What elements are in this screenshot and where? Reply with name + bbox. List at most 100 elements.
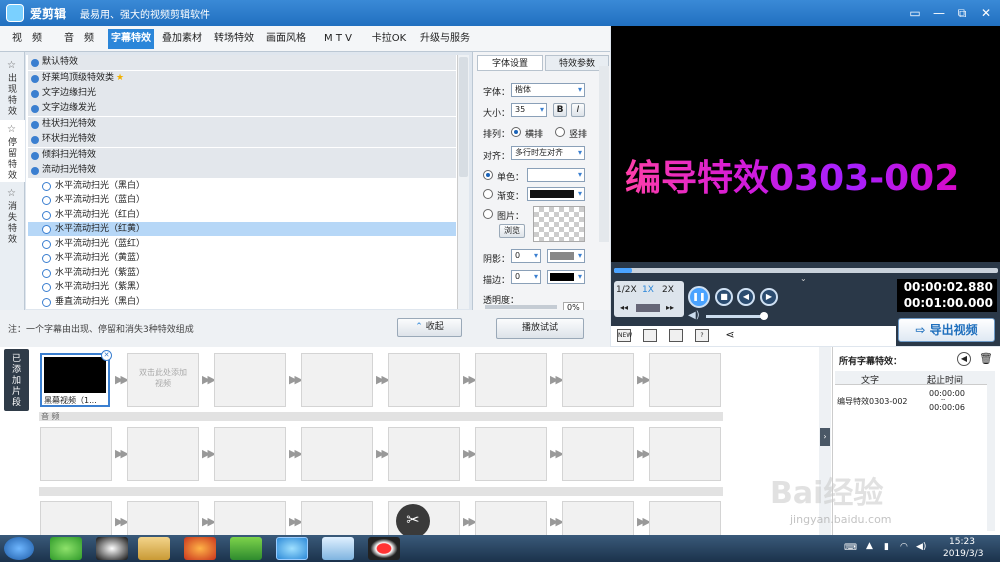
start-button-icon[interactable] bbox=[4, 537, 34, 560]
audio-slot[interactable] bbox=[562, 427, 634, 481]
tab-stay-effect[interactable]: ☆ 停留特效 bbox=[0, 120, 25, 182]
aijianji-taskbar-icon[interactable] bbox=[276, 537, 308, 560]
empty-slot[interactable] bbox=[562, 353, 634, 407]
audio-slot[interactable] bbox=[649, 427, 721, 481]
audio-slot[interactable] bbox=[40, 427, 112, 481]
firefox-icon[interactable] bbox=[184, 537, 216, 560]
empty-slot[interactable] bbox=[301, 353, 373, 407]
audio-slot[interactable] bbox=[475, 427, 547, 481]
save-icon[interactable] bbox=[669, 329, 683, 342]
export-video-button[interactable]: ⇨ 导出视频 bbox=[898, 318, 995, 342]
empty-slot[interactable] bbox=[475, 353, 547, 407]
tab-font-settings[interactable]: 字体设置 bbox=[477, 55, 543, 71]
horizontal-radio[interactable] bbox=[511, 127, 521, 137]
battery-icon[interactable]: ▮ bbox=[884, 542, 889, 552]
playback-progress[interactable] bbox=[614, 268, 998, 273]
tray-expand-icon[interactable]: ▲ bbox=[866, 541, 873, 551]
collapse-button[interactable]: ⌃ 收起 bbox=[397, 318, 462, 337]
trash-icon[interactable]: 🗑 bbox=[979, 352, 993, 365]
opacity-slider[interactable] bbox=[485, 305, 557, 309]
chevron-down-icon[interactable]: ⌄ bbox=[800, 274, 807, 283]
play-test-button[interactable]: 播放试试 bbox=[496, 318, 584, 339]
list-item-selected[interactable]: 水平流动扫光（红黄） bbox=[28, 222, 456, 236]
list-item[interactable]: 水平流动扫光（紫黑） bbox=[28, 280, 456, 294]
tab-audio[interactable]: 音 频 bbox=[56, 29, 102, 49]
tab-transition[interactable]: 转场特效 bbox=[210, 29, 258, 49]
scroll-thumb[interactable] bbox=[459, 57, 468, 177]
list-item[interactable]: 垂直流动扫光（黑白） bbox=[28, 295, 456, 309]
audio-slot[interactable] bbox=[127, 427, 199, 481]
gradient-color-picker[interactable] bbox=[527, 187, 585, 201]
empty-slot[interactable] bbox=[214, 501, 286, 535]
qq-icon[interactable] bbox=[96, 537, 128, 560]
tab-video[interactable]: 视 频 bbox=[6, 29, 48, 49]
solid-color-picker[interactable] bbox=[527, 168, 585, 182]
category-bar-sweep[interactable]: 柱状扫光特效 bbox=[28, 117, 456, 132]
list-item[interactable]: 水平流动扫光（黄蓝） bbox=[28, 251, 456, 265]
category-hollywood[interactable]: 好莱坞顶级特效类 ★ bbox=[28, 71, 456, 86]
list-item[interactable]: 水平流动扫光（红白） bbox=[28, 208, 456, 222]
list-scrollbar[interactable] bbox=[457, 55, 469, 309]
category-default[interactable]: 默认特效 bbox=[28, 55, 456, 70]
tab-appear-effect[interactable]: ☆ 出现特效 bbox=[0, 56, 25, 118]
subtitle-row[interactable]: 编导特效0303-002 00:00:00 -- 00:00:06 bbox=[835, 387, 995, 417]
fast-forward-icon[interactable]: ▸▸ bbox=[666, 303, 674, 312]
browser-360-icon[interactable] bbox=[50, 537, 82, 560]
shadow-select[interactable]: 0 bbox=[511, 249, 541, 263]
audio-slot[interactable] bbox=[388, 427, 460, 481]
share-icon[interactable]: ⋖ bbox=[723, 329, 737, 342]
open-folder-icon[interactable] bbox=[643, 329, 657, 342]
new-project-icon[interactable]: NEW bbox=[617, 329, 632, 342]
category-ring-sweep[interactable]: 环状扫光特效 bbox=[28, 132, 456, 147]
added-clips-tab[interactable]: 已添加片段 bbox=[4, 349, 29, 411]
minimize-button[interactable]: — bbox=[928, 3, 950, 23]
empty-slot[interactable] bbox=[301, 501, 373, 535]
gradient-radio[interactable] bbox=[483, 189, 493, 199]
browse-button[interactable]: 浏览 bbox=[499, 224, 525, 238]
vertical-radio[interactable] bbox=[555, 127, 565, 137]
size-select[interactable]: 35 bbox=[511, 103, 547, 117]
keyboard-icon[interactable]: ⌨ bbox=[844, 543, 857, 553]
back-icon[interactable]: ◀ bbox=[957, 352, 971, 366]
stroke-select[interactable]: 0 bbox=[511, 270, 541, 284]
solid-color-radio[interactable] bbox=[483, 170, 493, 180]
empty-slot[interactable] bbox=[649, 353, 721, 407]
pause-button[interactable]: ❚❚ bbox=[688, 286, 710, 308]
notes-icon[interactable] bbox=[322, 537, 354, 560]
speed-1x[interactable]: 1X bbox=[642, 285, 654, 295]
clock-time[interactable]: 15:23 bbox=[949, 537, 975, 547]
rewind-icon[interactable]: ◂◂ bbox=[620, 303, 628, 312]
wifi-icon[interactable]: ◠ bbox=[900, 542, 908, 552]
tab-overlay[interactable]: 叠加素材 bbox=[158, 29, 206, 49]
volume-icon[interactable]: ◀) bbox=[688, 310, 700, 321]
empty-slot[interactable] bbox=[127, 501, 199, 535]
restore-button[interactable]: ⧉ bbox=[951, 3, 973, 23]
speaker-icon[interactable]: ◀) bbox=[916, 542, 926, 552]
speed-2x[interactable]: 2X bbox=[662, 285, 674, 295]
volume-knob[interactable] bbox=[760, 312, 768, 320]
speed-slider[interactable] bbox=[636, 304, 660, 312]
empty-slot[interactable] bbox=[649, 501, 721, 535]
scissors-icon[interactable]: ✂ bbox=[396, 504, 430, 535]
clip-thumbnail[interactable]: 黑幕视频（1... bbox=[40, 353, 110, 407]
tab-subtitle-effects[interactable]: 字幕特效 bbox=[108, 29, 154, 49]
next-frame-button[interactable]: ▶ bbox=[760, 288, 778, 306]
clock-date[interactable]: 2019/3/3 bbox=[943, 549, 983, 559]
add-video-slot[interactable]: 双击此处添加视频 bbox=[127, 353, 199, 407]
volume-slider[interactable] bbox=[706, 312, 768, 320]
speed-half[interactable]: 1/2X bbox=[616, 285, 637, 295]
tab-mtv[interactable]: M T V bbox=[314, 29, 362, 49]
video-preview[interactable]: 编导特效0303-002 bbox=[611, 26, 1000, 262]
tab-karaoke[interactable]: 卡拉OK bbox=[366, 29, 412, 49]
font-select[interactable]: 楷体 bbox=[511, 83, 585, 97]
stop-button[interactable]: ■ bbox=[715, 288, 733, 306]
video-player-icon[interactable] bbox=[230, 537, 262, 560]
empty-slot[interactable] bbox=[214, 353, 286, 407]
remove-clip-icon[interactable]: ✕ bbox=[101, 350, 112, 361]
category-edge-sweep[interactable]: 文字边缘扫光 bbox=[28, 86, 456, 101]
tab-style[interactable]: 画面风格 bbox=[262, 29, 310, 49]
list-item[interactable]: 水平流动扫光（黑白） bbox=[28, 179, 456, 193]
category-edge-glow[interactable]: 文字边缘发光 bbox=[28, 101, 456, 116]
audio-slot[interactable] bbox=[214, 427, 286, 481]
image-radio[interactable] bbox=[483, 209, 493, 219]
